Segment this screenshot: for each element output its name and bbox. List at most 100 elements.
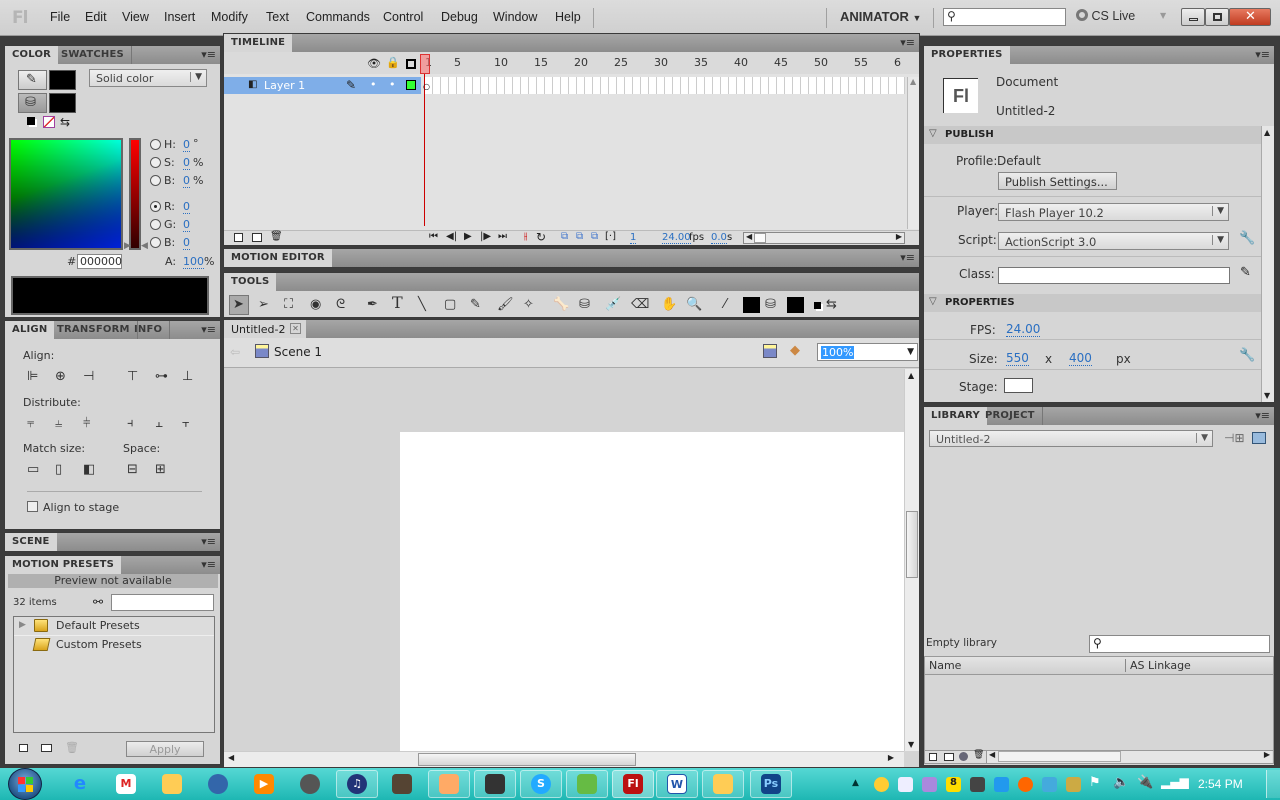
new-folder-icon[interactable]	[944, 753, 954, 761]
space-horizontal-icon[interactable]: ⊞	[155, 462, 166, 478]
slider-handle-icon[interactable]: ▶	[124, 241, 131, 251]
menu-commands[interactable]: Commands	[306, 10, 370, 24]
tray-icon[interactable]	[1018, 777, 1033, 792]
help-search-input[interactable]: ⚲	[943, 8, 1066, 26]
alpha-value[interactable]: 100	[183, 255, 204, 269]
scene-name[interactable]: Scene 1	[274, 345, 322, 359]
preset-search-input[interactable]	[111, 594, 214, 611]
new-layer-icon[interactable]	[234, 233, 243, 242]
align-left-icon[interactable]: ⊫	[27, 369, 38, 385]
new-folder-icon[interactable]	[252, 233, 262, 242]
no-color-icon[interactable]	[43, 116, 55, 128]
edit-multiple-frames-icon[interactable]: ⧉	[591, 231, 598, 242]
outline-icon[interactable]	[406, 59, 416, 69]
taskbar-file-explorer[interactable]	[702, 770, 744, 798]
fill-color-swatch[interactable]	[787, 297, 804, 313]
script-dropdown[interactable]: ActionScript 3.0 ▼	[998, 232, 1229, 250]
stage[interactable]	[400, 432, 904, 751]
show-desktop-button[interactable]	[1266, 770, 1280, 798]
library-document-dropdown[interactable]: Untitled-2 ▼	[929, 430, 1213, 447]
library-search-input[interactable]: ⚲	[1089, 635, 1270, 653]
scrollbar-thumb[interactable]	[906, 511, 918, 578]
fill-type-dropdown[interactable]: Solid color ▼	[89, 69, 207, 87]
current-frame-value[interactable]: 1	[630, 232, 637, 244]
action-center-icon[interactable]: ⚑	[1089, 775, 1101, 790]
align-top-icon[interactable]: ⊤	[127, 369, 138, 385]
frame-ruler[interactable]: 15101520253035404550556	[424, 56, 904, 70]
taskbar-messenger[interactable]	[566, 770, 608, 798]
workspace-switcher[interactable]: ANIMATOR ▼	[840, 9, 921, 24]
timeline-hscrollbar[interactable]: ◀ ▶	[743, 232, 905, 244]
swap-colors-icon[interactable]: ⇆	[826, 297, 837, 313]
start-button[interactable]	[8, 768, 42, 800]
game-icon[interactable]	[392, 774, 412, 794]
tab-info[interactable]: INFO	[127, 321, 171, 339]
tray-icon[interactable]	[1042, 777, 1057, 792]
menu-view[interactable]: View	[122, 10, 149, 24]
tray-icon[interactable]	[922, 777, 937, 792]
expand-arrow-icon[interactable]: ▶	[19, 620, 26, 630]
tree-item-default-presets[interactable]: ▶ Default Presets	[14, 617, 214, 636]
close-window-button[interactable]: ✕	[1229, 8, 1271, 26]
tab-project[interactable]: PROJECT	[978, 407, 1043, 425]
show-hidden-icons[interactable]: ▲	[852, 778, 859, 788]
brightness-radio[interactable]	[150, 175, 161, 186]
free-transform-tool[interactable]: ⛶	[284, 297, 293, 313]
edit-symbols-icon[interactable]: ◆	[790, 343, 800, 358]
panel-menu-icon[interactable]: ▾≡	[1255, 409, 1270, 422]
tray-icon[interactable]	[898, 777, 913, 792]
tab-timeline[interactable]: TIMELINE	[224, 34, 293, 52]
taskbar-photoshop[interactable]: Ps	[750, 770, 792, 798]
align-bottom-icon[interactable]: ⊥	[182, 369, 193, 385]
visibility-dot[interactable]: •	[370, 78, 377, 91]
red-value[interactable]: 0	[183, 200, 190, 214]
loop-icon[interactable]: ↻	[536, 230, 546, 244]
saturation-radio[interactable]	[150, 157, 161, 168]
delete-icon[interactable]: 🗑	[65, 741, 79, 754]
tab-color[interactable]: COLOR	[5, 46, 59, 64]
stroke-color-button[interactable]: ✎	[18, 70, 47, 90]
signal-icon[interactable]: ▂▄▆	[1161, 775, 1189, 789]
color-picker-field[interactable]	[9, 138, 123, 250]
layer-name[interactable]: Layer 1	[264, 79, 305, 92]
match-width-icon[interactable]: ▭	[27, 462, 39, 478]
align-right-icon[interactable]: ⊣	[83, 369, 94, 385]
first-frame-icon[interactable]: ⏮	[429, 231, 438, 242]
space-vertical-icon[interactable]: ⊟	[127, 462, 138, 478]
match-width-height-icon[interactable]: ◧	[83, 462, 95, 478]
tab-document[interactable]: Untitled-2 ✕	[224, 320, 306, 338]
tree-item-custom-presets[interactable]: Custom Presets	[14, 636, 214, 655]
playhead[interactable]	[420, 54, 430, 74]
timeline-vscrollbar[interactable]: ▲	[907, 77, 919, 229]
scrollbar-thumb[interactable]	[418, 753, 636, 766]
properties-section-header[interactable]: ▽ PROPERTIES	[924, 294, 1261, 312]
blue-radio[interactable]	[150, 237, 161, 248]
minimize-button[interactable]	[1181, 8, 1205, 26]
eraser-tool[interactable]: ⌫	[631, 297, 649, 313]
keyframe-icon[interactable]: ○	[423, 82, 430, 91]
onion-outlines-icon[interactable]: ⧉	[576, 231, 583, 242]
publish-settings-button[interactable]: Publish Settings...	[998, 172, 1117, 190]
internet-explorer-icon[interactable]: e	[70, 774, 90, 794]
distribute-bottom-icon[interactable]: ⫩	[83, 416, 90, 432]
player-dropdown[interactable]: Flash Player 10.2 ▼	[998, 203, 1229, 221]
brightness-slider[interactable]	[129, 138, 141, 250]
panel-menu-icon[interactable]: ▾≡	[201, 323, 216, 336]
taskbar-skype[interactable]: S	[520, 770, 562, 798]
hex-input[interactable]: 000000	[77, 254, 122, 269]
eyedropper-tool[interactable]: 💉	[605, 297, 621, 313]
black-white-icon[interactable]	[27, 117, 35, 125]
3d-rotation-tool[interactable]: ◉	[310, 297, 321, 313]
panel-menu-icon[interactable]: ▾≡	[201, 558, 216, 571]
align-to-stage-checkbox[interactable]	[27, 501, 38, 512]
zoom-tool[interactable]: 🔍	[686, 297, 702, 313]
class-input[interactable]	[998, 267, 1230, 284]
text-tool[interactable]: T	[392, 295, 403, 311]
gmail-icon[interactable]: M	[116, 774, 136, 794]
tray-icon[interactable]: 8	[946, 777, 961, 792]
pin-library-icon[interactable]: ⊣⊞	[1224, 431, 1245, 445]
align-horizontal-center-icon[interactable]: ⊕	[55, 369, 66, 385]
layer-color-swatch[interactable]	[406, 80, 416, 90]
green-value[interactable]: 0	[183, 218, 190, 232]
power-icon[interactable]: 🔌	[1137, 775, 1153, 790]
